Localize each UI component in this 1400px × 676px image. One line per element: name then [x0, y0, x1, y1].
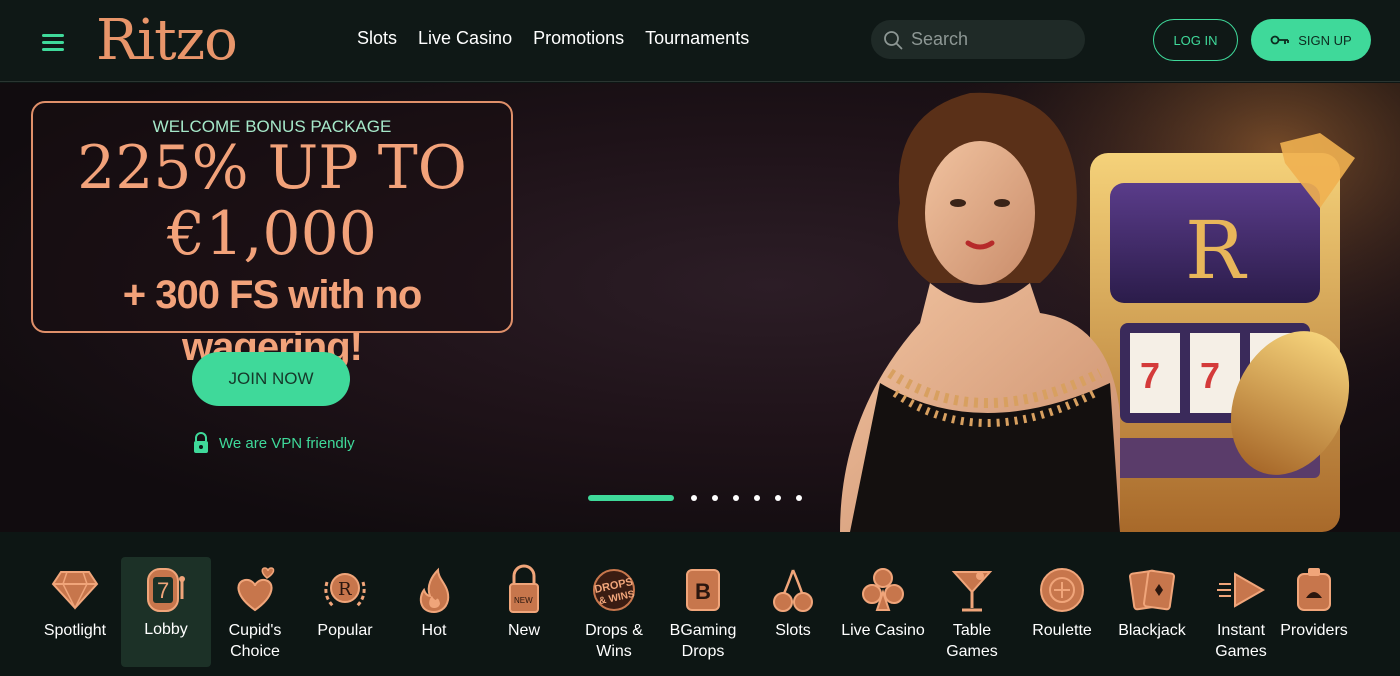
category-label: Lobby: [144, 621, 188, 638]
category-live-casino[interactable]: Live Casino: [838, 558, 928, 668]
header: Ritzo Slots Live Casino Promotions Tourn…: [0, 0, 1400, 82]
slot-seven-icon: 7: [147, 568, 185, 612]
slider-dot[interactable]: [796, 495, 802, 501]
new-tag-icon: NEW: [509, 564, 539, 613]
roulette-icon: [1040, 568, 1084, 612]
cards-icon: [1129, 569, 1175, 611]
category-label: Live Casino: [841, 622, 925, 639]
category-drops-wins[interactable]: DROPS & WINS Drops & Wins: [569, 558, 659, 668]
menu-icon[interactable]: [42, 32, 66, 52]
nav-tournaments[interactable]: Tournaments: [645, 28, 749, 49]
svg-text:B: B: [695, 579, 711, 604]
category-label: Table Games: [946, 622, 998, 660]
signup-button[interactable]: SIGN UP: [1251, 19, 1371, 61]
hearts-icon: [237, 567, 275, 612]
category-bar: Spotlight 7 Lobby Cupid's Choice R Popul…: [0, 532, 1400, 676]
svg-text:7: 7: [1200, 355, 1220, 396]
diamond-icon: [51, 571, 99, 610]
slider-dot[interactable]: [691, 495, 697, 501]
category-table-games[interactable]: Table Games: [927, 558, 1017, 668]
login-button[interactable]: LOG IN: [1153, 19, 1238, 61]
category-label: Providers: [1280, 622, 1348, 639]
laurel-r-icon: R: [324, 573, 366, 608]
cocktail-icon: [951, 571, 993, 612]
search-icon: [884, 30, 903, 49]
key-icon: [1270, 35, 1290, 45]
lock-icon: [194, 432, 208, 453]
category-label: BGaming Drops: [669, 622, 737, 660]
slider-dot[interactable]: [712, 495, 718, 501]
category-popular[interactable]: R Popular: [300, 558, 390, 668]
category-label: Spotlight: [43, 622, 107, 639]
bonus-promo-box: WELCOME BONUS PACKAGE 225% UP TO €1,000 …: [31, 101, 513, 369]
category-spotlight[interactable]: Spotlight: [30, 558, 120, 668]
hero-illustration: R 7 7: [780, 83, 1400, 532]
category-label: Blackjack: [1118, 622, 1186, 639]
cherries-icon: [773, 569, 813, 612]
search-input[interactable]: [911, 29, 1071, 50]
category-blackjack[interactable]: Blackjack: [1107, 558, 1197, 668]
drops-wins-icon: DROPS& WINS: [593, 569, 636, 611]
category-label: Roulette: [1032, 622, 1092, 639]
slider-dot-active[interactable]: [588, 495, 674, 501]
nav-slots[interactable]: Slots: [357, 28, 397, 49]
category-label: Cupid's Choice: [228, 622, 282, 660]
slider-dot[interactable]: [733, 495, 739, 501]
join-now-button[interactable]: JOIN NOW: [192, 352, 350, 406]
slider-dot[interactable]: [775, 495, 781, 501]
signup-label: SIGN UP: [1298, 32, 1352, 48]
promo-amount: €1,000: [167, 199, 377, 269]
category-label: Slots: [775, 622, 811, 639]
main-nav: Slots Live Casino Promotions Tournaments: [357, 28, 749, 49]
category-providers[interactable]: Providers: [1269, 558, 1359, 668]
svg-text:NEW: NEW: [514, 596, 533, 605]
category-lobby[interactable]: 7 Lobby: [121, 557, 211, 667]
flame-icon: [419, 567, 450, 614]
category-label: Popular: [317, 622, 373, 639]
category-roulette[interactable]: Roulette: [1017, 558, 1107, 668]
category-label: New: [507, 622, 540, 639]
category-label: Drops & Wins: [585, 622, 643, 660]
arrow-icon: [1217, 572, 1266, 608]
promo-headline: 225% UP TO: [77, 133, 467, 203]
bgaming-icon: B: [686, 569, 720, 611]
search-box[interactable]: [871, 20, 1085, 59]
nav-promotions[interactable]: Promotions: [533, 28, 624, 49]
machine-letter: R: [1185, 204, 1248, 297]
nav-live-casino[interactable]: Live Casino: [418, 28, 512, 49]
providers-icon: [1297, 568, 1331, 611]
slider-dot[interactable]: [754, 495, 760, 501]
category-label: Hot: [421, 622, 447, 639]
club-icon: [862, 568, 904, 611]
category-hot[interactable]: Hot: [389, 558, 479, 668]
hero-banner: R 7 7 WELCOME BONUS PACKAGE 225% UP TO €…: [0, 83, 1400, 532]
category-new[interactable]: NEW New: [479, 558, 569, 668]
svg-text:R: R: [338, 579, 352, 600]
svg-text:7: 7: [1140, 355, 1160, 396]
category-slots[interactable]: Slots: [748, 558, 838, 668]
category-bgaming-drops[interactable]: B BGaming Drops: [658, 558, 748, 668]
logo[interactable]: Ritzo: [96, 6, 238, 76]
vpn-notice: We are VPN friendly: [193, 432, 355, 454]
category-cupids-choice[interactable]: Cupid's Choice: [210, 558, 300, 668]
slider-dots: [588, 495, 802, 501]
vpn-text: We are VPN friendly: [219, 434, 355, 452]
svg-text:7: 7: [157, 578, 169, 603]
